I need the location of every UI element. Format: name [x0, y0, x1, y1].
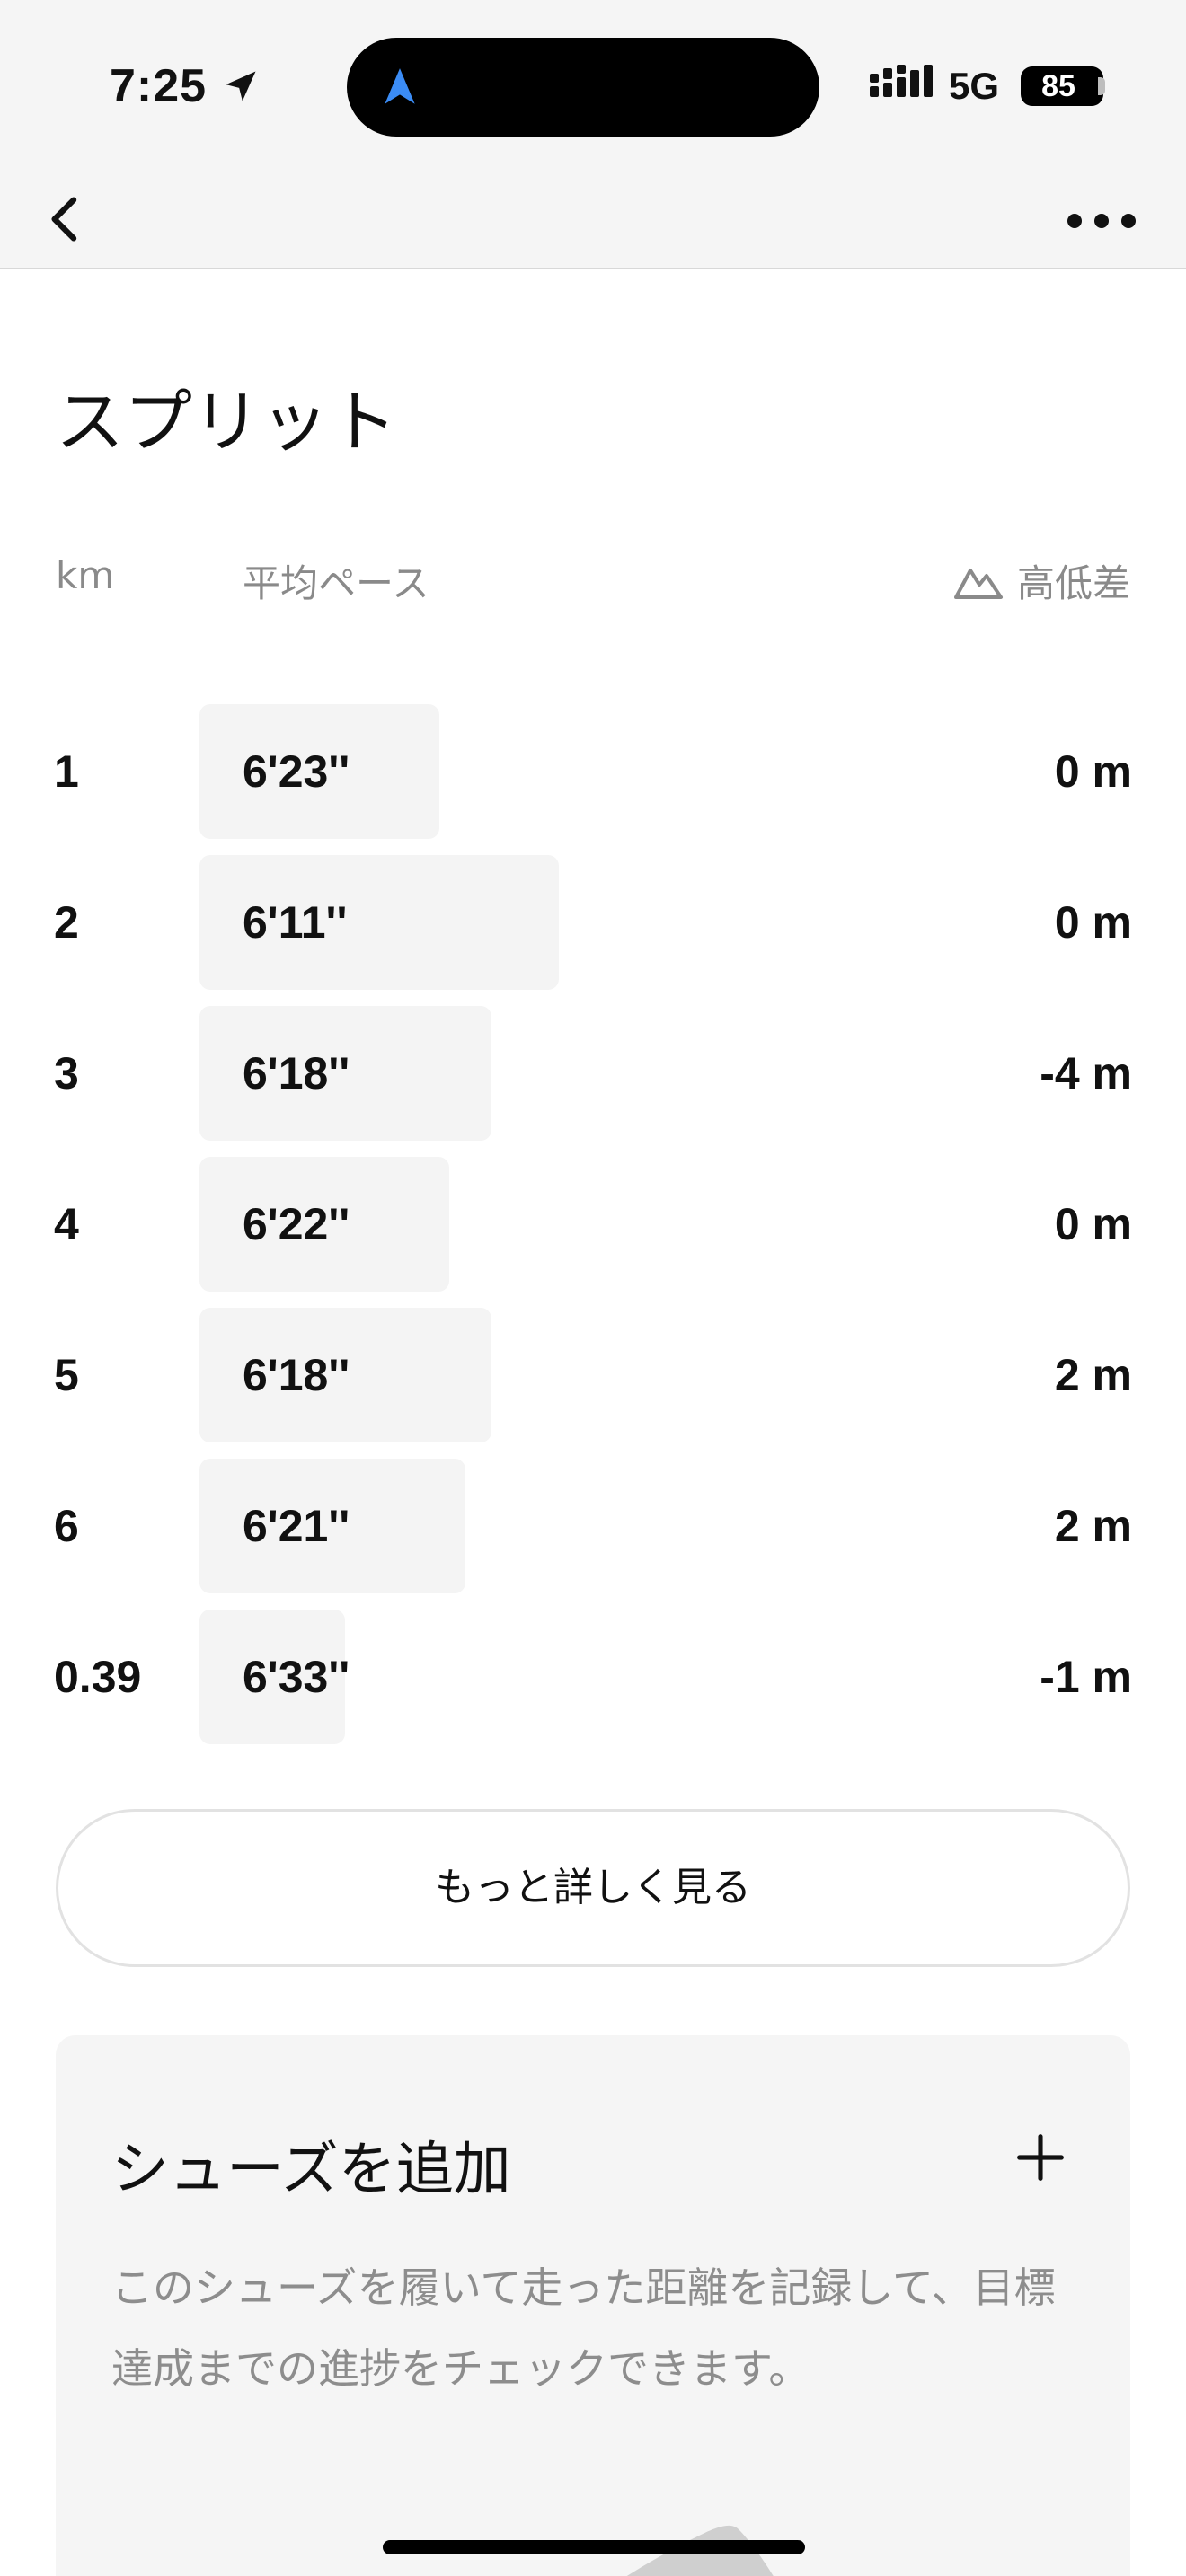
location-arrow-icon	[226, 71, 256, 101]
split-elevation: 0 m	[1054, 1199, 1132, 1249]
home-indicator[interactable]	[383, 2540, 805, 2554]
split-pace: 6'18''	[243, 1048, 350, 1098]
header-elevation: 高低差	[952, 553, 1130, 608]
split-pace: 6'23''	[243, 746, 350, 797]
split-row: 5 6'18'' 2 m	[0, 1308, 1186, 1442]
split-km: 6	[54, 1501, 79, 1551]
split-km: 0.39	[54, 1652, 142, 1702]
dynamic-island	[347, 38, 819, 137]
split-row: 0.39 6'33'' -1 m	[0, 1610, 1186, 1744]
add-shoes-button[interactable]	[996, 2113, 1085, 2202]
split-pace: 6'18''	[243, 1350, 350, 1400]
split-pace: 6'11''	[243, 897, 348, 948]
ellipsis-icon	[1067, 214, 1136, 228]
split-pace: 6'33''	[243, 1652, 350, 1702]
split-elevation: 2 m	[1054, 1501, 1132, 1551]
plus-icon	[1017, 2134, 1064, 2181]
splits-title: スプリット	[56, 382, 397, 462]
see-more-details-button[interactable]: もっと詳しく見る	[56, 1809, 1130, 1967]
navigation-icon	[385, 68, 415, 104]
split-km: 5	[54, 1350, 79, 1400]
split-pace: 6'22''	[243, 1199, 350, 1249]
header-average-pace: 平均ペース	[243, 561, 429, 605]
split-row: 6 6'21'' 2 m	[0, 1459, 1186, 1593]
nav-bar	[0, 171, 1186, 269]
split-row: 1 6'23'' 0 m	[0, 704, 1186, 839]
split-elevation: -1 m	[1040, 1652, 1132, 1702]
split-pace: 6'21''	[243, 1501, 350, 1551]
header-km: km	[56, 553, 115, 597]
split-km: 3	[54, 1048, 79, 1098]
workout-detail-screen: 7:25 5G 85 スプリット km 平均ペース 高低差 1 6'23'' 0…	[0, 0, 1186, 2576]
split-row: 4 6'22'' 0 m	[0, 1157, 1186, 1292]
battery-cap	[1098, 77, 1105, 95]
split-km: 1	[54, 746, 79, 797]
chevron-left-icon	[51, 197, 77, 242]
signal-icon	[870, 65, 933, 97]
split-row: 3 6'18'' -4 m	[0, 1006, 1186, 1141]
split-row: 2 6'11'' 0 m	[0, 855, 1186, 990]
battery-indicator: 85	[1021, 66, 1103, 106]
mountain-icon	[953, 568, 1003, 599]
split-elevation: 2 m	[1054, 1350, 1132, 1400]
split-elevation: 0 m	[1054, 746, 1132, 797]
back-button[interactable]	[25, 171, 106, 269]
split-elevation: -4 m	[1040, 1048, 1132, 1098]
shoe-illustration-icon	[626, 2525, 774, 2576]
network-type: 5G	[949, 65, 1000, 107]
add-shoes-card[interactable]: シューズを追加 このシューズを履いて走った距離を記録して、目標達成までの進捗をチ…	[56, 2035, 1130, 2576]
add-shoes-title: シューズを追加	[111, 2137, 511, 2203]
status-bar: 7:25 5G 85	[0, 0, 1186, 171]
more-options-button[interactable]	[1051, 171, 1159, 269]
split-km: 2	[54, 897, 79, 948]
status-time: 7:25	[110, 60, 208, 112]
add-shoes-description: このシューズを履いて走った距離を記録して、目標達成までの進捗をチェックできます。	[111, 2263, 1056, 2393]
header-elevation-label: 高低差	[1016, 561, 1130, 605]
split-elevation: 0 m	[1054, 897, 1132, 948]
split-km: 4	[54, 1199, 79, 1249]
